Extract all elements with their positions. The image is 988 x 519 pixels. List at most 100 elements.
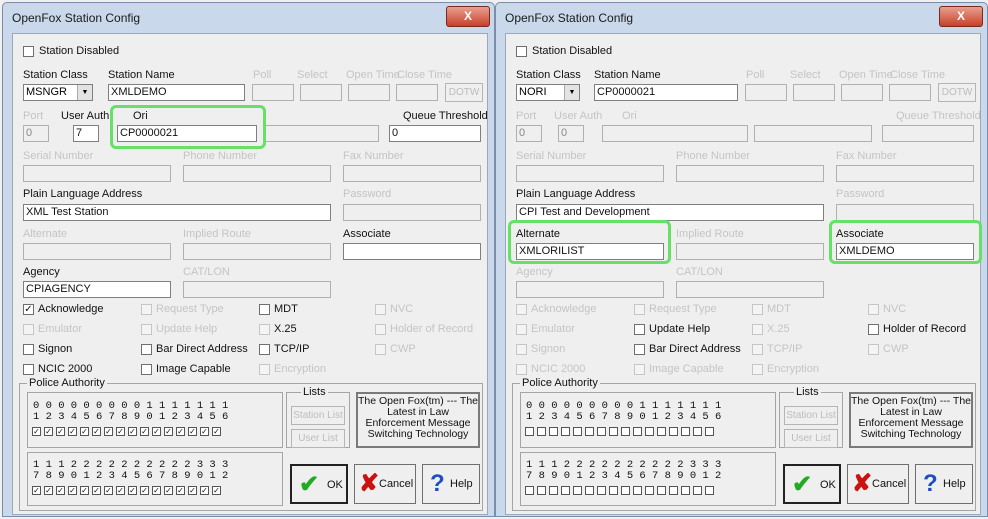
authority-checkbox-14[interactable] bbox=[681, 427, 690, 436]
poll-input[interactable] bbox=[745, 84, 787, 101]
authority-checkbox-2[interactable] bbox=[537, 427, 546, 436]
nvc-checkbox[interactable] bbox=[375, 304, 386, 315]
image-capable-checkbox[interactable] bbox=[141, 364, 152, 375]
authority-checkbox-10[interactable]: ✓ bbox=[140, 427, 149, 436]
bar-direct-address-checkbox[interactable] bbox=[634, 344, 645, 355]
station-list-button[interactable]: Station List bbox=[291, 406, 345, 425]
close-time-input[interactable] bbox=[396, 84, 438, 101]
cancel-button[interactable]: ✘ Cancel bbox=[847, 464, 909, 504]
authority-checkbox-10[interactable] bbox=[633, 427, 642, 436]
pla-input[interactable]: XML Test Station bbox=[23, 204, 331, 221]
authority-checkbox-26[interactable] bbox=[633, 486, 642, 495]
x25-checkbox[interactable] bbox=[752, 324, 763, 335]
alternate-input[interactable] bbox=[23, 243, 171, 260]
serial-number-input[interactable] bbox=[23, 165, 171, 182]
authority-checks-1[interactable] bbox=[525, 427, 714, 436]
update-help-checkbox[interactable] bbox=[141, 324, 152, 335]
cwp-checkbox[interactable] bbox=[868, 344, 879, 355]
request-type-checkbox[interactable] bbox=[634, 304, 645, 315]
fax-number-input[interactable] bbox=[836, 165, 974, 182]
request-type-checkbox[interactable] bbox=[141, 304, 152, 315]
authority-checkbox-20[interactable] bbox=[561, 486, 570, 495]
image-capable-checkbox[interactable] bbox=[634, 364, 645, 375]
authority-checkbox-17[interactable]: ✓ bbox=[32, 486, 41, 495]
user-auth-input[interactable]: 0 bbox=[558, 125, 584, 142]
agency-input[interactable] bbox=[516, 281, 664, 298]
authority-checkbox-9[interactable] bbox=[621, 427, 630, 436]
emulator-checkbox[interactable] bbox=[23, 324, 34, 335]
authority-checks-2[interactable] bbox=[525, 486, 714, 495]
ncic-2000-checkbox[interactable] bbox=[23, 364, 34, 375]
authority-checkbox-19[interactable]: ✓ bbox=[56, 486, 65, 495]
holder-of-record-checkbox[interactable] bbox=[868, 324, 879, 335]
queue-threshold-input[interactable]: 0 bbox=[389, 125, 481, 142]
implied-route-input[interactable] bbox=[183, 243, 331, 260]
authority-checkbox-16[interactable] bbox=[705, 427, 714, 436]
station-name-input[interactable]: XMLDEMO bbox=[108, 84, 245, 101]
authority-checkbox-4[interactable] bbox=[561, 427, 570, 436]
authority-checkbox-12[interactable] bbox=[657, 427, 666, 436]
port-input[interactable]: 0 bbox=[23, 125, 49, 142]
authority-checkbox-27[interactable] bbox=[645, 486, 654, 495]
authority-checkbox-15[interactable]: ✓ bbox=[200, 427, 209, 436]
signon-checkbox[interactable] bbox=[516, 344, 527, 355]
catlon-input[interactable] bbox=[183, 281, 331, 298]
password-input[interactable] bbox=[836, 204, 974, 221]
authority-checkbox-25[interactable] bbox=[621, 486, 630, 495]
user-auth-input[interactable]: 7 bbox=[73, 125, 99, 142]
authority-checkbox-16[interactable]: ✓ bbox=[212, 427, 221, 436]
password-input[interactable] bbox=[343, 204, 481, 221]
authority-checkbox-21[interactable] bbox=[573, 486, 582, 495]
authority-checkbox-29[interactable] bbox=[669, 486, 678, 495]
authority-checkbox-22[interactable] bbox=[585, 486, 594, 495]
authority-checkbox-32[interactable] bbox=[705, 486, 714, 495]
authority-checkbox-7[interactable]: ✓ bbox=[104, 427, 113, 436]
authority-checkbox-29[interactable]: ✓ bbox=[176, 486, 185, 495]
station-class-select[interactable]: MSNGR ▼ bbox=[23, 84, 93, 101]
authority-checkbox-28[interactable]: ✓ bbox=[164, 486, 173, 495]
x25-checkbox[interactable] bbox=[259, 324, 270, 335]
authority-checks-2[interactable]: ✓ ✓ ✓ ✓ ✓ ✓ ✓ ✓ ✓ ✓ ✓ ✓ ✓ ✓ ✓ ✓ bbox=[32, 486, 221, 495]
station-disabled-checkbox[interactable] bbox=[23, 46, 34, 57]
authority-checkbox-8[interactable] bbox=[609, 427, 618, 436]
authority-checkbox-3[interactable] bbox=[549, 427, 558, 436]
authority-checkbox-4[interactable]: ✓ bbox=[68, 427, 77, 436]
authority-checkbox-30[interactable] bbox=[681, 486, 690, 495]
station-class-select[interactable]: NORI ▼ bbox=[516, 84, 580, 101]
authority-checkbox-1[interactable]: ✓ bbox=[32, 427, 41, 436]
authority-checkbox-23[interactable]: ✓ bbox=[104, 486, 113, 495]
authority-checks-1[interactable]: ✓ ✓ ✓ ✓ ✓ ✓ ✓ ✓ ✓ ✓ ✓ ✓ ✓ ✓ ✓ ✓ bbox=[32, 427, 221, 436]
authority-checkbox-18[interactable] bbox=[537, 486, 546, 495]
cwp-checkbox[interactable] bbox=[375, 344, 386, 355]
dotw-button[interactable]: DOTW bbox=[445, 83, 483, 102]
serial-number-input[interactable] bbox=[516, 165, 664, 182]
phone-number-input[interactable] bbox=[676, 165, 824, 182]
authority-checkbox-21[interactable]: ✓ bbox=[80, 486, 89, 495]
dotw-button[interactable]: DOTW bbox=[938, 83, 976, 102]
emulator-checkbox[interactable] bbox=[516, 324, 527, 335]
station-list-button[interactable]: Station List bbox=[784, 406, 838, 425]
pla-input[interactable]: CPI Test and Development bbox=[516, 204, 824, 221]
authority-checkbox-18[interactable]: ✓ bbox=[44, 486, 53, 495]
authority-checkbox-15[interactable] bbox=[693, 427, 702, 436]
mdt-checkbox[interactable] bbox=[259, 304, 270, 315]
authority-checkbox-5[interactable] bbox=[573, 427, 582, 436]
encryption-checkbox[interactable] bbox=[259, 364, 270, 375]
authority-checkbox-31[interactable] bbox=[693, 486, 702, 495]
bar-direct-address-checkbox[interactable] bbox=[141, 344, 152, 355]
authority-checkbox-32[interactable]: ✓ bbox=[212, 486, 221, 495]
ok-button[interactable]: ✔ OK bbox=[290, 464, 348, 504]
phone-number-input[interactable] bbox=[183, 165, 331, 182]
authority-checkbox-28[interactable] bbox=[657, 486, 666, 495]
port-input[interactable]: 0 bbox=[516, 125, 542, 142]
tcpip-checkbox[interactable] bbox=[259, 344, 270, 355]
associate-input[interactable] bbox=[343, 243, 481, 260]
authority-checkbox-25[interactable]: ✓ bbox=[128, 486, 137, 495]
update-help-checkbox[interactable] bbox=[634, 324, 645, 335]
authority-checkbox-24[interactable] bbox=[609, 486, 618, 495]
nvc-checkbox[interactable] bbox=[868, 304, 879, 315]
authority-checkbox-14[interactable]: ✓ bbox=[188, 427, 197, 436]
ok-button[interactable]: ✔ OK bbox=[783, 464, 841, 504]
open-time-input[interactable] bbox=[841, 84, 883, 101]
authority-checkbox-20[interactable]: ✓ bbox=[68, 486, 77, 495]
